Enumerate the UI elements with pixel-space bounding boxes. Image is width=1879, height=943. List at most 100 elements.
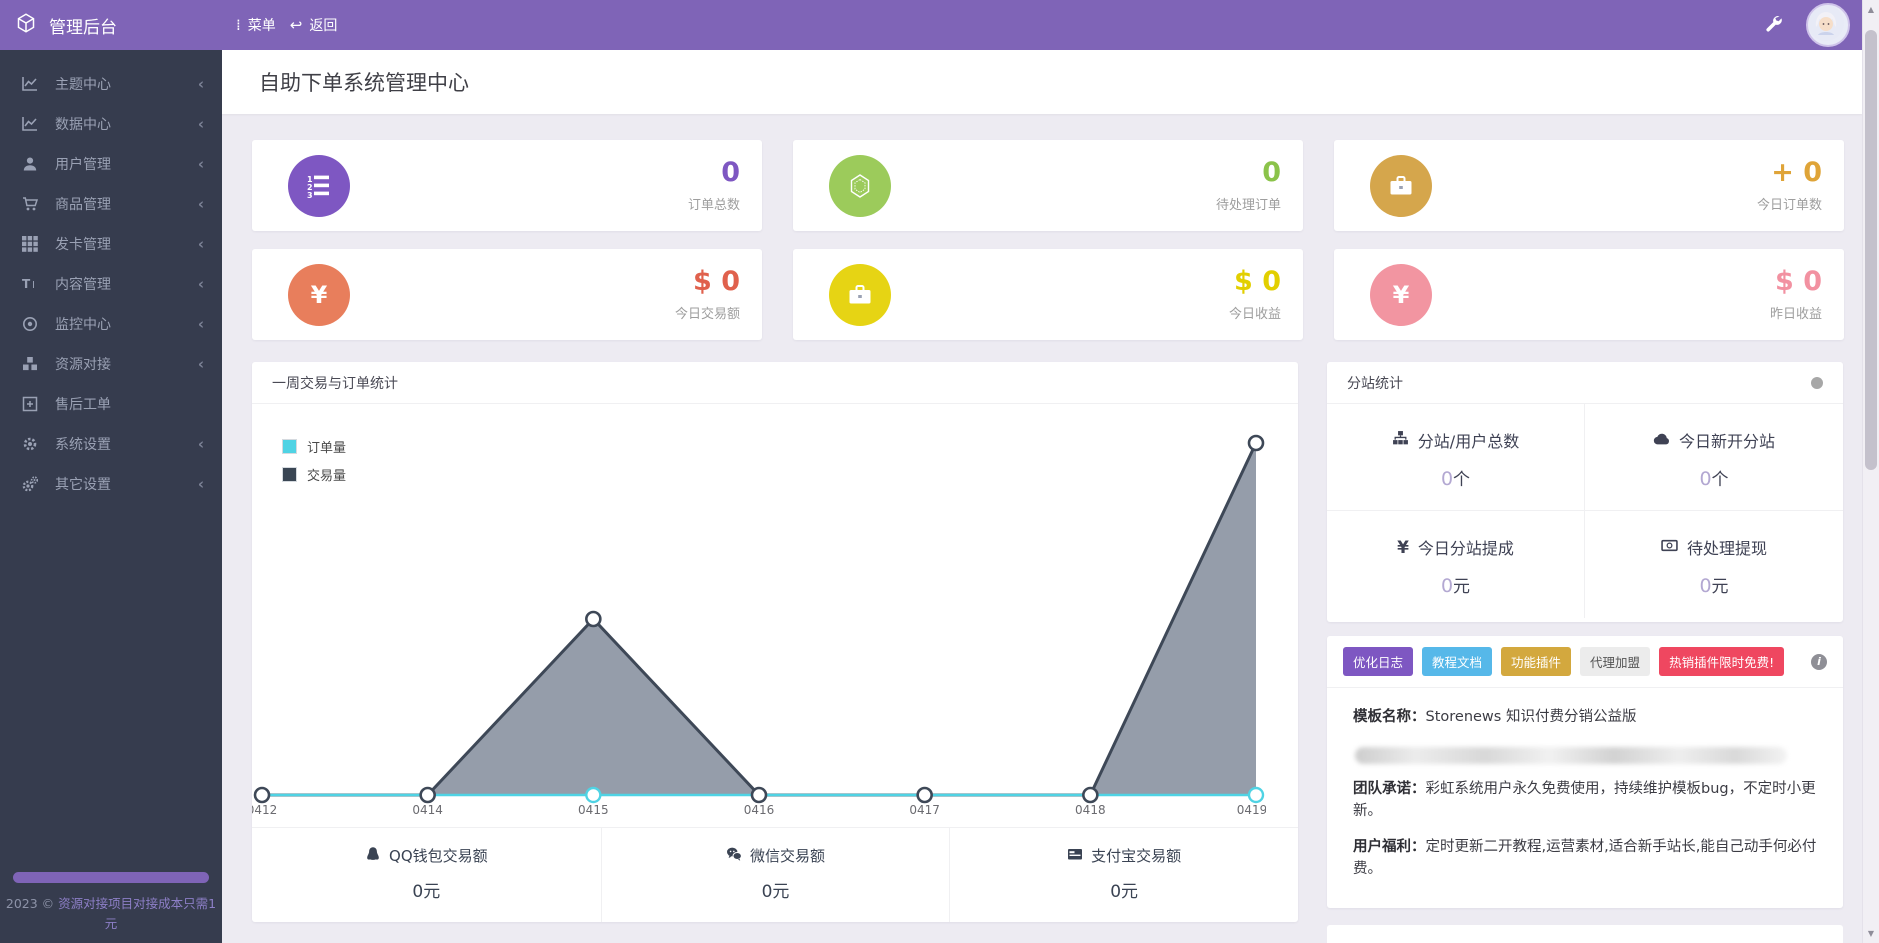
stat-info: $ 0 今日收益 <box>1229 268 1303 322</box>
stat-value: $ 0 <box>1229 268 1281 295</box>
cube-icon <box>16 13 36 38</box>
stat-info: 0订单总数 <box>688 159 762 213</box>
gem-icon <box>829 155 891 217</box>
substation-label: 分站/用户总数 <box>1418 428 1519 452</box>
chevron-left-icon: ‹ <box>198 195 204 213</box>
topbar: 管理后台 ⁞ 菜单 ↩ 返回 <box>0 0 1862 50</box>
substation-label: 今日分站提成 <box>1418 535 1514 559</box>
sidebar-item-data-center[interactable]: 数据中心‹ <box>0 104 222 144</box>
back-arrow-icon: ↩ <box>290 18 303 33</box>
svg-text:3: 3 <box>307 191 313 200</box>
admin-dashboard: 管理后台 ⁞ 菜单 ↩ 返回 主题中心‹数据中心‹用户管理‹商品管理‹发卡管理‹… <box>0 0 1879 943</box>
scrollbar-thumb[interactable] <box>1865 30 1877 470</box>
sidebar-item-product-management[interactable]: 商品管理‹ <box>0 184 222 224</box>
stat-label: 今日收益 <box>1229 303 1281 322</box>
stat-card-2: + 0今日订单数 <box>1334 140 1844 231</box>
plus-square-icon <box>22 396 40 412</box>
sidebar-item-card-management[interactable]: 发卡管理‹ <box>0 224 222 264</box>
scroll-down-icon[interactable]: ▼ <box>1863 929 1879 938</box>
footer-link[interactable]: 资源对接项目对接成本只需1元 <box>58 896 216 930</box>
sidebar-footer-bar <box>13 872 209 883</box>
stat-value: 0 <box>688 159 740 186</box>
money-bill-icon <box>1661 537 1678 558</box>
page-header: 自助下单系统管理中心 <box>222 50 1862 114</box>
svg-text:0417: 0417 <box>909 803 940 817</box>
cubes-icon <box>22 356 40 372</box>
back-button[interactable]: ↩ 返回 <box>290 15 338 35</box>
stat-info: $ 0昨日收益 <box>1770 268 1844 322</box>
sidebar-item-resource-docking[interactable]: 资源对接‹ <box>0 344 222 384</box>
stat-cards: 1230订单总数0待处理订单+ 0今日订单数¥$ 0今日交易额$ 0今日收益¥$… <box>252 140 1844 340</box>
stat-value: $ 0 <box>675 268 740 295</box>
partial-card <box>1327 925 1843 943</box>
payment-line: 微信交易额 <box>602 845 950 866</box>
promo-tabs: 优化日志教程文档功能插件代理加盟热销插件限时免费! i <box>1327 636 1843 688</box>
sidebar-item-theme-center[interactable]: 主题中心‹ <box>0 64 222 104</box>
substation-label: 今日新开分站 <box>1679 428 1775 452</box>
substation-cell-header: 待处理提现 <box>1585 535 1843 559</box>
stat-value: + 0 <box>1757 159 1822 186</box>
menu-button[interactable]: ⁞ 菜单 <box>236 15 276 35</box>
chart-title: 一周交易与订单统计 <box>272 373 398 393</box>
credit-card-icon <box>1067 846 1083 866</box>
sidebar-item-aftersale-ticket[interactable]: 售后工单 <box>0 384 222 424</box>
svg-text:0414: 0414 <box>412 803 443 817</box>
substation-value: 0个 <box>1585 465 1843 490</box>
sidebar-nav: 主题中心‹数据中心‹用户管理‹商品管理‹发卡管理‹TI内容管理‹监控中心‹资源对… <box>0 50 222 504</box>
payment-line: 支付宝交易额 <box>950 845 1298 866</box>
vertical-dots-icon: ⁞ <box>236 18 241 33</box>
substation-value: 0元 <box>1585 572 1843 597</box>
blurred-text-bar <box>1355 747 1787 764</box>
yen-icon: ¥ <box>288 264 350 326</box>
legend-item-0[interactable]: 订单量 <box>282 437 346 456</box>
user-avatar[interactable] <box>1806 3 1850 47</box>
substation-cell-header: 今日新开分站 <box>1585 428 1843 452</box>
substation-number: 0 <box>1441 468 1453 490</box>
gear-icon <box>22 436 40 452</box>
legend-label: 交易量 <box>307 465 346 484</box>
stat-card-1: 0待处理订单 <box>793 140 1303 231</box>
menu-label: 菜单 <box>248 15 276 35</box>
wechat-icon <box>726 846 742 866</box>
stat-label: 今日交易额 <box>675 303 740 322</box>
legend-swatch-icon <box>282 439 297 454</box>
legend-item-1[interactable]: 交易量 <box>282 465 346 484</box>
substation-value: 0元 <box>1327 572 1584 597</box>
tab-agent-join[interactable]: 代理加盟 <box>1580 647 1650 676</box>
target-icon <box>22 316 40 332</box>
stat-label: 昨日收益 <box>1770 303 1822 322</box>
sidebar-item-label: 系统设置 <box>55 434 111 454</box>
gears-icon <box>22 476 40 492</box>
scroll-up-icon[interactable]: ▲ <box>1863 5 1879 14</box>
substation-header: 分站统计 <box>1327 362 1843 404</box>
chevron-left-icon: ‹ <box>198 75 204 93</box>
sidebar-item-content-management[interactable]: TI内容管理‹ <box>0 264 222 304</box>
template-info-card: 优化日志教程文档功能插件代理加盟热销插件限时免费!i 模板名称：Storenew… <box>1327 636 1843 908</box>
stat-label: 待处理订单 <box>1216 194 1281 213</box>
tab-feature-plugins[interactable]: 功能插件 <box>1501 647 1571 676</box>
promo-text-line: 用户福利：定时更新二开教程,运营素材,适合新手站长,能自己动手何必付费。 <box>1353 837 1817 881</box>
sidebar-item-label: 监控中心 <box>55 314 111 334</box>
scrollbar[interactable]: ▲ ▼ <box>1862 0 1879 943</box>
promo-text-line: 团队承诺：彩虹系统用户永久免费使用，持续维护模板bug，不定时小更新。 <box>1353 779 1817 823</box>
yen-icon: ¥ <box>1370 264 1432 326</box>
svg-text:0416: 0416 <box>744 803 775 817</box>
chart-legend: 订单量交易量 <box>282 437 346 484</box>
sidebar-item-label: 其它设置 <box>55 474 111 494</box>
tab-tutorial-docs[interactable]: 教程文档 <box>1422 647 1492 676</box>
substation-card: 分站统计 分站/用户总数0个今日新开分站0个¥今日分站提成0元待处理提现0元 <box>1327 362 1843 622</box>
stat-card-5: ¥ $ 0昨日收益 <box>1334 249 1844 340</box>
brand[interactable]: 管理后台 <box>0 13 222 38</box>
substation-cell-header: ¥今日分站提成 <box>1327 535 1584 559</box>
wrench-icon[interactable] <box>1764 14 1782 36</box>
substation-value: 0个 <box>1327 465 1584 490</box>
tab-hot-plugins-free[interactable]: 热销插件限时免费! <box>1659 647 1784 676</box>
sidebar-item-monitor-center[interactable]: 监控中心‹ <box>0 304 222 344</box>
sidebar-item-other-settings[interactable]: 其它设置‹ <box>0 464 222 504</box>
svg-text:T: T <box>22 277 31 291</box>
svg-text:0418: 0418 <box>1075 803 1106 817</box>
sidebar-item-system-settings[interactable]: 系统设置‹ <box>0 424 222 464</box>
info-icon[interactable]: i <box>1811 654 1827 670</box>
tab-optimize-log[interactable]: 优化日志 <box>1343 647 1413 676</box>
sidebar-item-user-management[interactable]: 用户管理‹ <box>0 144 222 184</box>
